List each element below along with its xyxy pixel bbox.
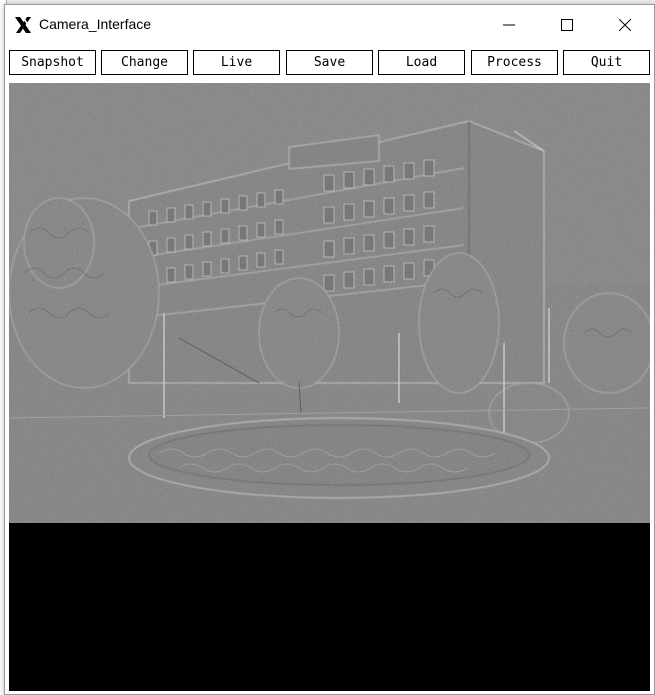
maximize-button[interactable] [538,5,596,45]
camera-viewport[interactable] [9,83,650,691]
x11-icon [13,15,33,35]
change-button[interactable]: Change [101,50,188,75]
close-button[interactable] [596,5,654,45]
window-title: Camera_Interface [39,16,152,32]
desktop: Camera_Interface Snapshot Change Live Sa… [0,0,655,695]
load-button[interactable]: Load [378,50,465,75]
camera-image [9,83,650,523]
quit-button[interactable]: Quit [563,50,650,75]
embossed-building-image [9,83,650,523]
minimize-button[interactable] [480,5,538,45]
process-button[interactable]: Process [471,50,558,75]
toolbar: Snapshot Change Live Save Load Process Q… [5,45,654,85]
maximize-icon [561,19,573,31]
save-button[interactable]: Save [286,50,373,75]
minimize-icon [503,24,515,26]
empty-display-area [9,523,650,691]
live-button[interactable]: Live [193,50,280,75]
close-icon [619,19,631,31]
title-bar[interactable]: Camera_Interface [5,5,654,45]
camera-interface-window: Camera_Interface Snapshot Change Live Sa… [4,4,655,695]
snapshot-button[interactable]: Snapshot [9,50,96,75]
